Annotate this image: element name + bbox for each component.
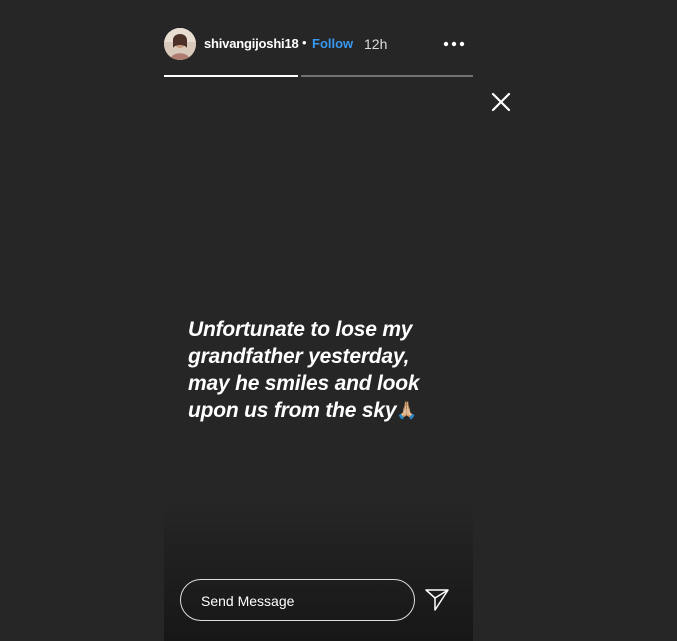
- caption-line: may he smiles and look: [188, 372, 420, 395]
- send-message-input[interactable]: Send Message: [180, 579, 415, 621]
- story-progress: [164, 75, 473, 77]
- follow-button[interactable]: Follow: [312, 36, 353, 51]
- username[interactable]: shivangijoshi18: [204, 36, 299, 51]
- progress-fill: [164, 75, 298, 77]
- post-time: 12h: [364, 36, 388, 52]
- more-options-icon[interactable]: [441, 34, 467, 54]
- send-icon[interactable]: [424, 587, 450, 613]
- avatar[interactable]: [164, 28, 196, 60]
- close-icon[interactable]: [490, 91, 512, 113]
- caption-line: grandfather yesterday,: [188, 345, 410, 368]
- caption-line-text: upon us from the sky: [188, 399, 397, 422]
- progress-segment: [301, 75, 473, 77]
- progress-segment: [164, 75, 298, 77]
- caption-line: Unfortunate to lose my: [188, 318, 413, 341]
- caption-line-last: upon us from the sky🙏🏼: [164, 397, 473, 424]
- separator-dot: •: [302, 35, 307, 50]
- message-placeholder: Send Message: [201, 593, 295, 609]
- story-viewer: shivangijoshi18 • Follow 12h Unfortunate…: [0, 0, 677, 641]
- praying-hands-icon: 🙏🏼: [396, 401, 418, 420]
- story-caption: Unfortunate to lose my grandfather yeste…: [164, 316, 473, 424]
- story-header: shivangijoshi18 • Follow 12h: [164, 26, 473, 62]
